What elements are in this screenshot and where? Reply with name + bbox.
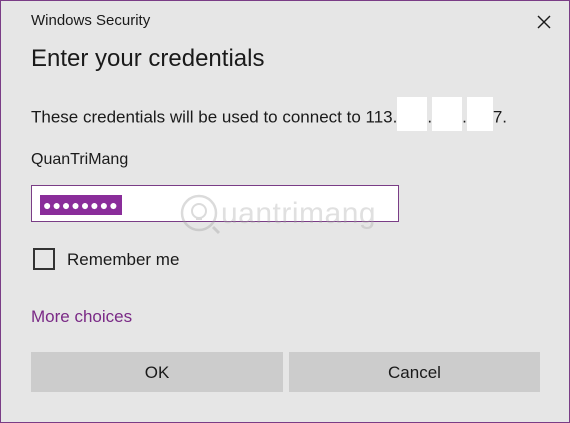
more-choices-link[interactable]: More choices <box>31 307 132 327</box>
remember-me-checkbox[interactable] <box>33 248 55 270</box>
lightbulb-icon <box>180 194 221 235</box>
message-suffix: 7. <box>492 107 508 127</box>
watermark-text: uantrimang <box>221 197 377 230</box>
close-button[interactable] <box>533 11 555 33</box>
connection-message: These credentials will be used to connec… <box>31 97 508 131</box>
credentials-dialog: Windows Security Enter your credentials … <box>0 0 570 423</box>
message-prefix: These credentials will be used to connec… <box>31 107 398 127</box>
title-bar: Windows Security <box>1 1 569 41</box>
redacted-octet <box>432 97 463 131</box>
username-label: QuanTriMang <box>31 151 129 168</box>
close-icon <box>537 15 551 29</box>
remember-me-label[interactable]: Remember me <box>67 250 179 270</box>
watermark: uantrimang <box>177 191 377 239</box>
redacted-octet <box>397 97 428 131</box>
cancel-button[interactable]: Cancel <box>289 352 540 392</box>
window-title: Windows Security <box>31 12 151 29</box>
password-selected-text: ●●●●●●●● <box>40 195 122 215</box>
ok-button[interactable]: OK <box>31 352 283 392</box>
dialog-heading: Enter your credentials <box>31 45 265 72</box>
redacted-octet <box>466 97 493 131</box>
